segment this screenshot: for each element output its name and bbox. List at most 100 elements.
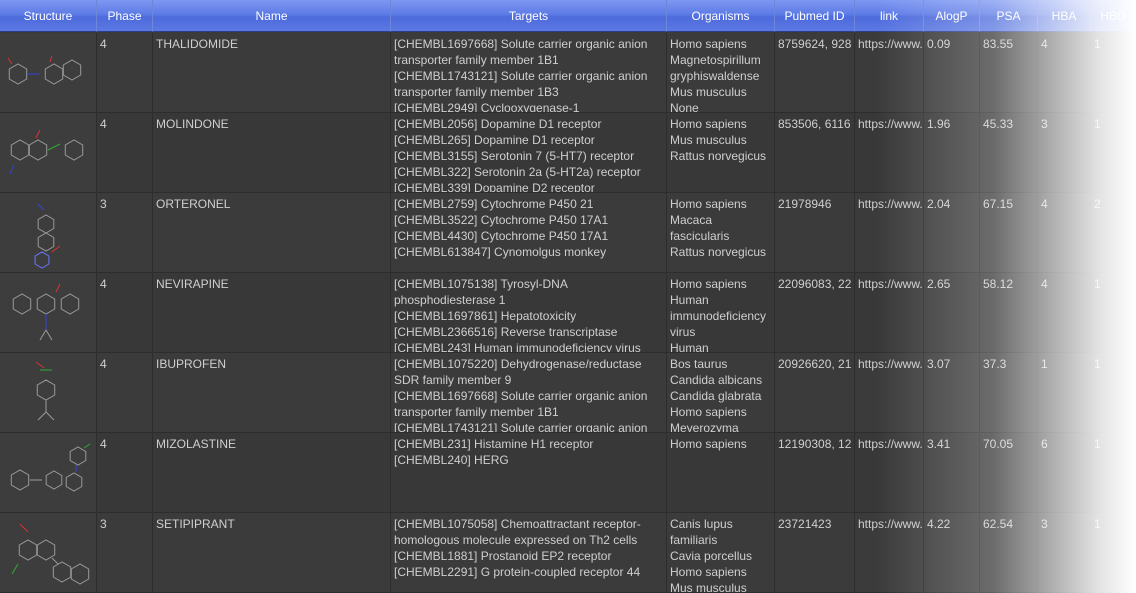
name-cell[interactable]: IBUPROFEN <box>153 353 391 433</box>
phase-cell[interactable]: 3 <box>97 193 153 273</box>
table-row[interactable]: 4 THALIDOMIDE [CHEMBL1697668] Solute carri… <box>0 33 1136 113</box>
pubmed-id-cell[interactable]: 22096083, 22 <box>775 273 855 353</box>
alogp-cell[interactable]: 4.22 <box>924 513 980 593</box>
column-header-organisms[interactable]: Organisms <box>667 0 775 32</box>
phase-cell[interactable]: 4 <box>97 433 153 513</box>
link-cell[interactable]: https://www. <box>855 193 924 273</box>
psa-cell[interactable]: 67.15 <box>980 193 1038 273</box>
column-header-targets[interactable]: Targets <box>391 0 667 32</box>
psa-cell[interactable]: 62.54 <box>980 513 1038 593</box>
alogp-cell[interactable]: 3.07 <box>924 353 980 433</box>
table-row[interactable]: 3 SETIPIPRANT [CHEMBL1075058] Chemoattract… <box>0 513 1136 593</box>
organisms-cell[interactable]: Homo sapiens Mus musculus Rattus norvegicu… <box>667 113 775 193</box>
psa-cell[interactable]: 37.3 <box>980 353 1038 433</box>
targets-entry: [CHEMBL1075058] Chemoattractant receptor… <box>394 517 641 547</box>
structure-cell[interactable] <box>0 273 97 353</box>
phase-cell[interactable]: 4 <box>97 33 153 113</box>
phase-cell[interactable]: 3 <box>97 513 153 593</box>
column-header-structure[interactable]: Structure <box>0 0 97 32</box>
organisms-cell[interactable]: Homo sapiens Magnetospirillum gryphiswald… <box>667 33 775 113</box>
name-cell[interactable]: THALIDOMIDE <box>153 33 391 113</box>
hbd-cell[interactable]: 1 <box>1091 33 1136 113</box>
hbd-cell[interactable]: 2 <box>1091 193 1136 273</box>
psa-cell[interactable]: 58.12 <box>980 273 1038 353</box>
alogp-cell[interactable]: 1.96 <box>924 113 980 193</box>
name-cell[interactable]: ORTERONEL <box>153 193 391 273</box>
targets-cell[interactable]: [CHEMBL2759] Cytochrome P450 21 [CHEMBL35… <box>391 193 667 273</box>
psa-cell[interactable]: 70.05 <box>980 433 1038 513</box>
link-cell[interactable]: https://www. <box>855 353 924 433</box>
targets-entry: [CHEMBL339] Dopamine D2 receptor <box>394 181 595 193</box>
hbd-cell[interactable]: 1 <box>1091 513 1136 593</box>
structure-cell[interactable] <box>0 513 97 593</box>
structure-cell[interactable] <box>0 33 97 113</box>
alogp-cell[interactable]: 0.09 <box>924 33 980 113</box>
link-cell[interactable]: https://www. <box>855 273 924 353</box>
hba-cell[interactable]: 3 <box>1038 513 1091 593</box>
targets-cell[interactable]: [CHEMBL231] Histamine H1 receptor [CHEMBL… <box>391 433 667 513</box>
column-header-hba[interactable]: HBA <box>1038 0 1091 32</box>
link-cell[interactable]: https://www. <box>855 433 924 513</box>
column-header-alogp[interactable]: AlogP <box>924 0 980 32</box>
hbd-cell[interactable]: 1 <box>1091 353 1136 433</box>
targets-cell[interactable]: [CHEMBL1075138] Tyrosyl-DNA phosphodiest… <box>391 273 667 353</box>
pubmed-id-cell[interactable]: 20926620, 21 <box>775 353 855 433</box>
structure-cell[interactable] <box>0 113 97 193</box>
table-row[interactable]: 3 ORTERONEL [CHEMBL2759] Cytochrome P450 2… <box>0 193 1136 273</box>
column-header-psa[interactable]: PSA <box>980 0 1038 32</box>
name-cell[interactable]: NEVIRAPINE <box>153 273 391 353</box>
hba-cell[interactable]: 4 <box>1038 193 1091 273</box>
column-header-phase[interactable]: Phase <box>97 0 153 32</box>
organisms-cell[interactable]: Canis lupus familiaris Cavia porcellus Hom… <box>667 513 775 593</box>
structure-cell[interactable] <box>0 193 97 273</box>
structure-cell[interactable] <box>0 433 97 513</box>
table-row[interactable]: 4 MIZOLASTINE [CHEMBL231] Histamine H1 rec… <box>0 433 1136 513</box>
targets-cell[interactable]: [CHEMBL2056] Dopamine D1 receptor [CHEMBL… <box>391 113 667 193</box>
pubmed-id-cell[interactable]: 853506, 6116 <box>775 113 855 193</box>
hba-cell[interactable]: 1 <box>1038 353 1091 433</box>
pubmed-id-cell[interactable]: 21978946 <box>775 193 855 273</box>
hbd-cell[interactable]: 1 <box>1091 113 1136 193</box>
targets-cell[interactable]: [CHEMBL1697668] Solute carrier organic a… <box>391 33 667 113</box>
hba-cell[interactable]: 4 <box>1038 273 1091 353</box>
column-header-link[interactable]: link <box>855 0 924 32</box>
link-cell[interactable]: https://www. <box>855 113 924 193</box>
organisms-cell[interactable]: Homo sapiens Macaca fascicularis Rattus no… <box>667 193 775 273</box>
pubmed-id-cell[interactable]: 12190308, 12 <box>775 433 855 513</box>
table-row[interactable]: 4 IBUPROFEN [CHEMBL1075220] Dehydrogenase/… <box>0 353 1136 433</box>
link-cell[interactable]: https://www. <box>855 513 924 593</box>
targets-entry: [CHEMBL3522] Cytochrome P450 17A1 <box>394 213 609 227</box>
organisms-cell[interactable]: Homo sapiens Human immunodeficiency virus… <box>667 273 775 353</box>
targets-cell[interactable]: [CHEMBL1075058] Chemoattractant receptor… <box>391 513 667 593</box>
alogp-cell[interactable]: 3.41 <box>924 433 980 513</box>
hba-cell[interactable]: 3 <box>1038 113 1091 193</box>
hbd-cell[interactable]: 1 <box>1091 273 1136 353</box>
alogp-cell[interactable]: 2.04 <box>924 193 980 273</box>
pubmed-id-cell[interactable]: 8759624, 928 <box>775 33 855 113</box>
name-cell[interactable]: MOLINDONE <box>153 113 391 193</box>
hbd-cell[interactable]: 1 <box>1091 433 1136 513</box>
organisms-cell[interactable]: Homo sapiens <box>667 433 775 513</box>
name-cell[interactable]: MIZOLASTINE <box>153 433 391 513</box>
table-row[interactable]: 4 MOLINDONE [CHEMBL2056] Dopamine D1 recep… <box>0 113 1136 193</box>
hba-cell[interactable]: 6 <box>1038 433 1091 513</box>
table-row[interactable]: 4 NEVIRAPINE [CHEMBL1075138] Tyrosyl-DNA p… <box>0 273 1136 353</box>
column-header-hbd[interactable]: HBD <box>1091 0 1136 32</box>
targets-entry: [CHEMBL2759] Cytochrome P450 21 <box>394 197 594 211</box>
name-cell[interactable]: SETIPIPRANT <box>153 513 391 593</box>
phase-cell[interactable]: 4 <box>97 273 153 353</box>
link-cell[interactable]: https://www. <box>855 33 924 113</box>
structure-cell[interactable] <box>0 353 97 433</box>
column-header-name[interactable]: Name <box>153 0 391 32</box>
phase-cell[interactable]: 4 <box>97 353 153 433</box>
phase-cell[interactable]: 4 <box>97 113 153 193</box>
targets-cell[interactable]: [CHEMBL1075220] Dehydrogenase/reductase … <box>391 353 667 433</box>
pubmed-id-cell[interactable]: 23721423 <box>775 513 855 593</box>
psa-cell[interactable]: 83.55 <box>980 33 1038 113</box>
column-header-pubmed-id[interactable]: Pubmed ID <box>775 0 855 32</box>
hba-cell[interactable]: 4 <box>1038 33 1091 113</box>
psa-cell[interactable]: 45.33 <box>980 113 1038 193</box>
alogp-cell[interactable]: 2.65 <box>924 273 980 353</box>
organisms-cell[interactable]: Bos taurus Candida albicans Candida glabra… <box>667 353 775 433</box>
targets-entry: [CHEMBL2949] Cyclooxygenase-1 <box>394 101 580 113</box>
